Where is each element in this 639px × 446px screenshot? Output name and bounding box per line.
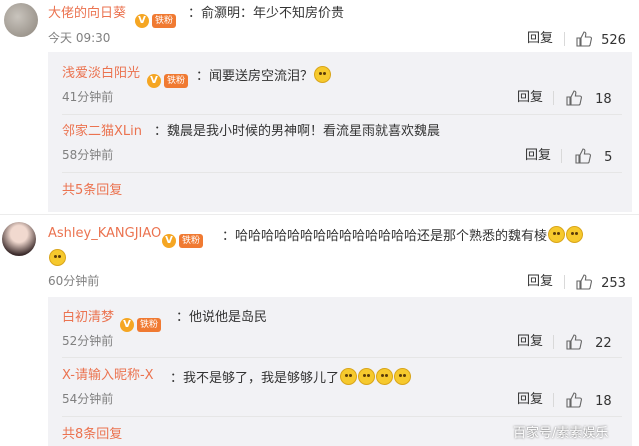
laugh-cry-emoji-icon [394,368,412,385]
laugh-cry-emoji-icon [548,226,566,243]
like-count: 253 [601,276,626,291]
comment-author[interactable]: Ashley_KANGJIAO [48,226,161,242]
thumb-up-icon [566,392,582,408]
like-button[interactable]: 22 [566,332,612,352]
doge-emoji-icon [340,368,358,385]
reply-author[interactable]: 浅爱淡白阳光 [62,66,140,82]
reply-time: 52分钟前 [62,334,114,348]
reply-text: ：他说他是岛民 [176,310,268,325]
thumb-up-icon [576,31,592,47]
fan-badge: 铁粉 [152,14,177,28]
comment-text-continuation [48,248,66,267]
like-button[interactable]: 526 [576,29,626,49]
reply-time: 58分钟前 [62,148,114,162]
member-badge: V 铁粉 [118,310,162,332]
reply-author[interactable]: 邻家二猫XLin [62,124,142,140]
fan-badge: 铁粉 [164,74,189,88]
laugh-cry-emoji-icon [49,249,66,266]
view-more-replies-link[interactable]: 共8条回复 [62,427,122,443]
like-count: 526 [601,33,626,48]
like-count: 18 [595,92,612,107]
thumb-up-icon [575,148,591,164]
fan-badge: 铁粉 [137,318,162,332]
watermark: 百家号/素素娱乐 [513,426,609,441]
reply-text: ：魏晨是我小时候的男神啊！看流星雨就喜欢魏晨 [154,124,441,139]
member-badge: V 铁粉 [160,226,204,248]
thumb-up-icon [566,334,582,350]
reply-button[interactable]: 回复 [517,392,543,408]
laugh-cry-emoji-icon [566,226,584,243]
comment-author[interactable]: 大佬的向日葵 [48,6,126,22]
like-count: 18 [595,394,612,409]
view-more-replies-link[interactable]: 共5条回复 [62,183,122,199]
verified-icon: V [135,14,149,28]
verified-icon: V [147,74,161,88]
comment-text: ：俞灏明：年少不知房价贵 [188,6,345,21]
comment-time: 60分钟前 [48,274,100,288]
member-badge: V 铁粉 [145,66,189,88]
reply-time: 41分钟前 [62,90,114,104]
avatar[interactable] [4,3,38,37]
verified-icon: V [162,234,176,248]
fan-badge: 铁粉 [179,234,204,248]
thumb-up-icon [566,90,582,106]
doge-emoji-icon [314,66,332,83]
reply-author[interactable]: 白初清梦 [62,310,114,326]
reply-button[interactable]: 回复 [525,148,551,164]
reply-text: ：我不是够了，我是够够儿了 [170,368,412,387]
like-button[interactable]: 18 [566,88,612,108]
like-button[interactable]: 5 [575,146,612,166]
thumb-up-icon [576,274,592,290]
comment-time: 今天 09:30 [48,31,111,45]
like-count: 5 [604,150,613,165]
avatar[interactable] [2,222,36,256]
like-button[interactable]: 18 [566,390,612,410]
like-button[interactable]: 253 [576,272,626,292]
comment-text: ：哈哈哈哈哈哈哈哈哈哈哈哈哈哈还是那个熟悉的魏有棱 [222,226,584,245]
reply-button[interactable]: 回复 [527,274,553,290]
member-badge: V 铁粉 [133,6,177,28]
reply-button[interactable]: 回复 [527,31,553,47]
verified-icon: V [120,318,134,332]
reply-button[interactable]: 回复 [517,334,543,350]
reply-text: ：闻要送房空流泪？ [196,66,332,85]
reply-time: 54分钟前 [62,392,114,406]
laugh-cry-emoji-icon [358,368,376,385]
reply-author[interactable]: X-请输入昵称-X [62,368,154,384]
like-count: 22 [595,336,612,351]
reply-button[interactable]: 回复 [517,90,543,106]
laugh-cry-emoji-icon [376,368,394,385]
